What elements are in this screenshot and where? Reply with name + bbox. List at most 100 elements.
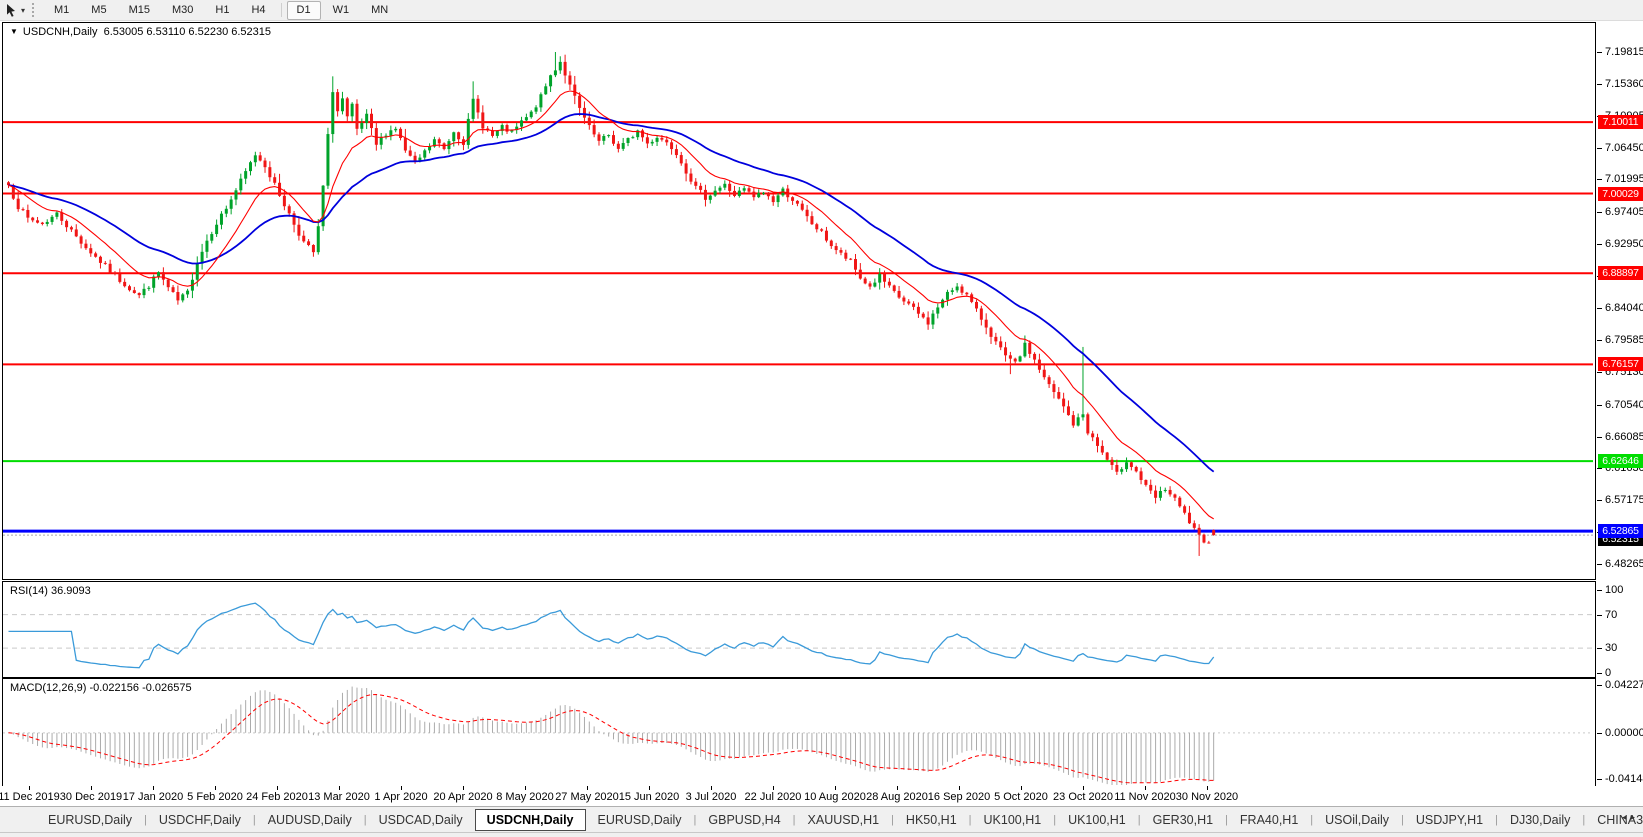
rsi-chart-canvas	[3, 582, 1593, 675]
date-label: 11 Dec 2019	[0, 791, 61, 803]
macd-indicator-panel[interactable]: MACD(12,26,9) -0.022156 -0.026575	[2, 678, 1596, 788]
tab-uk100h1[interactable]: UK100,H1	[972, 810, 1054, 830]
macd-chart-canvas	[3, 679, 1593, 785]
tab-audusddaily[interactable]: AUDUSD,Daily	[256, 810, 364, 830]
date-label: 20 Apr 2020	[431, 791, 495, 803]
date-tick-mark	[773, 786, 774, 790]
macd-axis-tick-label: -0.04148	[1596, 773, 1643, 785]
price-axis-tick-label: 6.97405	[1596, 206, 1643, 218]
timeframe-button-m30[interactable]: M30	[162, 1, 203, 20]
toolbar-separator	[281, 3, 282, 17]
price-axis-tick-label: 7.01995	[1596, 173, 1643, 185]
date-tick-mark	[91, 786, 92, 790]
price-axis-tick-label: 6.79585	[1596, 334, 1643, 346]
tab-dj30daily[interactable]: DJ30,Daily	[1498, 810, 1582, 830]
tool-dropdown-caret-icon[interactable]: ▾	[21, 6, 25, 15]
tab-gbpusdh4[interactable]: GBPUSD,H4	[696, 810, 792, 830]
tab-usdcnhdaily[interactable]: USDCNH,Daily	[475, 809, 586, 831]
macd-axis: 0.042275 0.00000 -0.04148	[1596, 678, 1643, 786]
date-tick-mark	[1083, 786, 1084, 790]
cursor-arrow-icon	[6, 4, 18, 17]
macd-axis-tick-label: 0.00000	[1596, 727, 1643, 739]
tab-eurusddaily[interactable]: EURUSD,Daily	[36, 810, 144, 830]
date-tick-mark	[835, 786, 836, 790]
date-label: 30 Dec 2019	[59, 791, 123, 803]
price-axis-tick-label: 6.84040	[1596, 302, 1643, 314]
price-axis-tick-label: 7.15360	[1596, 78, 1643, 90]
date-tick-mark	[153, 786, 154, 790]
tab-usoildaily[interactable]: USOil,Daily	[1313, 810, 1401, 830]
price-axis-tick-label: 6.92950	[1596, 238, 1643, 250]
date-tick-mark	[339, 786, 340, 790]
date-tick-mark	[959, 786, 960, 790]
tab-uk100h1[interactable]: UK100,H1	[1056, 810, 1138, 830]
tab-xauusdh1[interactable]: XAUUSD,H1	[796, 810, 892, 830]
timeframe-button-m15[interactable]: M15	[119, 1, 160, 20]
price-level-label: 7.00029	[1598, 187, 1643, 201]
date-label: 11 Nov 2020	[1113, 791, 1177, 803]
date-label: 16 Sep 2020	[927, 791, 991, 803]
price-axis-tick-label: 7.06450	[1596, 142, 1643, 154]
chart-collapse-triangle-icon: ▼	[10, 27, 18, 36]
date-label: 22 Jul 2020	[741, 791, 805, 803]
toolbar-grip-handle[interactable]	[32, 3, 37, 17]
date-label: 10 Aug 2020	[803, 791, 867, 803]
mt4-terminal-window: ▾ M1M5M15M30H1H4 D1W1MN ▼ USDCNH,Daily 6.5…	[0, 0, 1643, 837]
date-label: 5 Oct 2020	[989, 791, 1053, 803]
date-tick-mark	[525, 786, 526, 790]
price-axis: 7.198157.153607.109057.064507.019956.974…	[1596, 22, 1643, 578]
tab-usdcaddaily[interactable]: USDCAD,Daily	[367, 810, 475, 830]
tab-usdjpyh1[interactable]: USDJPY,H1	[1404, 810, 1495, 830]
tab-scroll-right-icon[interactable]: ▸	[1630, 812, 1639, 822]
rsi-axis-tick-label: 30	[1596, 642, 1617, 654]
price-axis-tick-label: 6.48265	[1596, 558, 1643, 570]
chart-title-ohlc: 6.53005 6.53110 6.52230 6.52315	[104, 26, 271, 38]
tab-fra40h1[interactable]: FRA40,H1	[1228, 810, 1310, 830]
date-label: 3 Jul 2020	[679, 791, 743, 803]
price-axis-tick-label: 6.57175	[1596, 494, 1643, 506]
macd-axis-tick-label: 0.042275	[1596, 679, 1643, 691]
date-tick-mark	[649, 786, 650, 790]
chart-title: ▼ USDCNH,Daily 6.53005 6.53110 6.52230 6.…	[10, 26, 271, 38]
date-label: 27 May 2020	[555, 791, 619, 803]
date-label: 13 Mar 2020	[307, 791, 371, 803]
timeframe-button-w1[interactable]: W1	[323, 1, 360, 20]
timeframe-button-h4[interactable]: H4	[241, 1, 275, 20]
price-axis-tick-label: 7.19815	[1596, 46, 1643, 58]
date-tick-mark	[463, 786, 464, 790]
date-label: 28 Aug 2020	[865, 791, 929, 803]
date-label: 5 Feb 2020	[183, 791, 247, 803]
date-tick-mark	[1021, 786, 1022, 790]
tab-ger30h1[interactable]: GER30,H1	[1141, 810, 1225, 830]
date-tick-mark	[897, 786, 898, 790]
date-tick-mark	[401, 786, 402, 790]
timeframe-button-mn[interactable]: MN	[361, 1, 398, 20]
date-tick-mark	[587, 786, 588, 790]
timeframe-button-m5[interactable]: M5	[81, 1, 116, 20]
main-chart-panel[interactable]: ▼ USDCNH,Daily 6.53005 6.53110 6.52230 6.…	[2, 22, 1596, 580]
timeframe-button-d1[interactable]: D1	[287, 1, 321, 20]
date-tick-mark	[1207, 786, 1208, 790]
tab-usdchfdaily[interactable]: USDCHF,Daily	[147, 810, 253, 830]
timeframe-button-h1[interactable]: H1	[205, 1, 239, 20]
tab-scroll-arrows: ◂▸	[1622, 812, 1639, 823]
candlestick-chart-canvas[interactable]	[3, 23, 1593, 577]
rsi-axis-tick-label: 70	[1596, 609, 1617, 621]
chart-title-symbol: USDCNH,Daily	[23, 26, 98, 38]
price-axis-tick-label: 6.70540	[1596, 399, 1643, 411]
tab-hk50h1[interactable]: HK50,H1	[894, 810, 969, 830]
date-tick-mark	[711, 786, 712, 790]
rsi-indicator-panel[interactable]: RSI(14) 36.9093	[2, 581, 1596, 678]
timeframe-button-m1[interactable]: M1	[44, 1, 79, 20]
timeframe-buttons: M1M5M15M30H1H4 D1W1MN	[43, 1, 399, 20]
chart-cursor-tool-icon[interactable]	[4, 2, 20, 18]
date-label: 8 May 2020	[493, 791, 557, 803]
status-bar	[0, 832, 1643, 837]
price-level-label: 6.62646	[1598, 454, 1643, 468]
date-label: 15 Jun 2020	[617, 791, 681, 803]
macd-label: MACD(12,26,9) -0.022156 -0.026575	[10, 682, 192, 694]
date-label: 24 Feb 2020	[245, 791, 309, 803]
tab-eurusddaily[interactable]: EURUSD,Daily	[586, 810, 694, 830]
timeframe-toolbar: ▾ M1M5M15M30H1H4 D1W1MN	[0, 0, 1643, 21]
price-axis-tick-label: 6.66085	[1596, 431, 1643, 443]
